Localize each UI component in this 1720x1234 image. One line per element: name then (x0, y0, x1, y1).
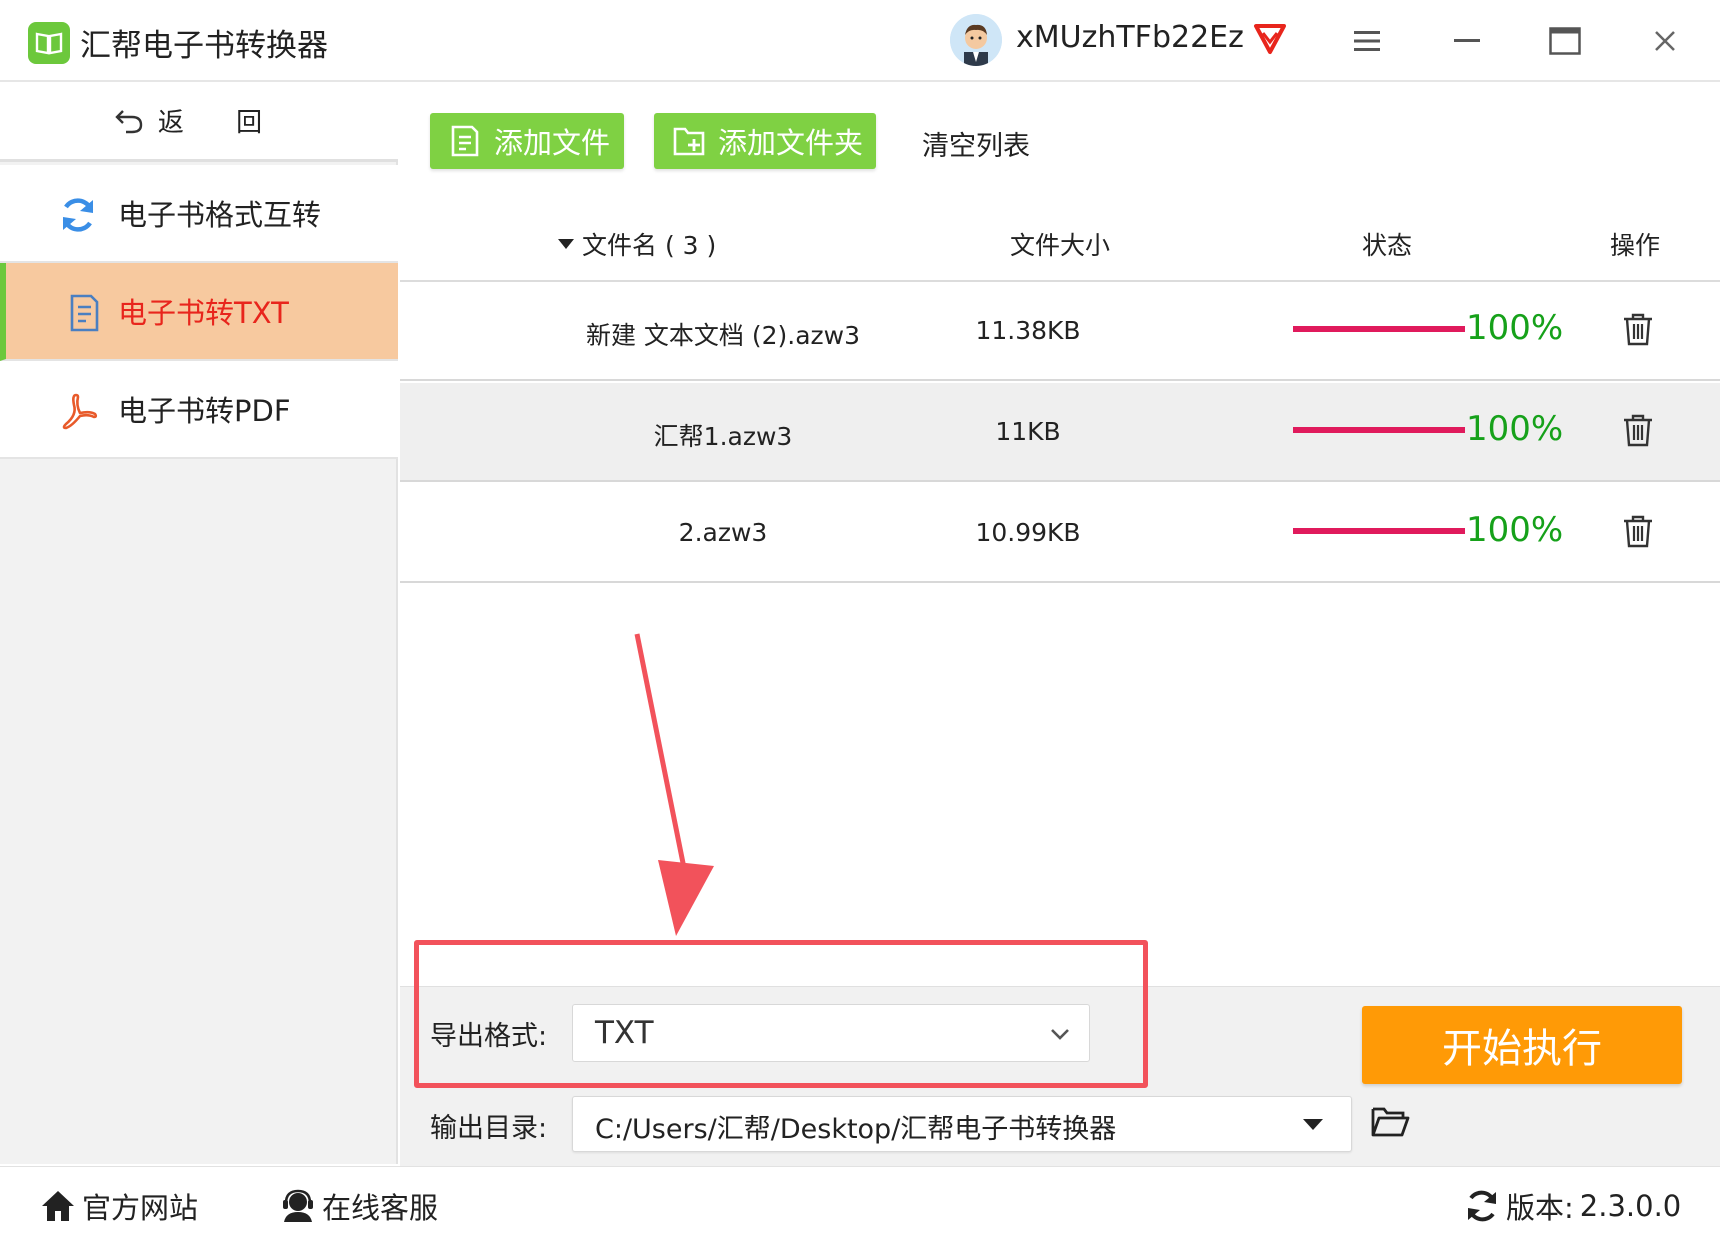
book-logo-icon (28, 22, 70, 64)
add-file-button[interactable]: 添加文件 (430, 113, 624, 169)
file-name: 新建 文本文档 (2).azw3 (585, 321, 861, 350)
sidebar: 返 回 电子书格式互转 电子书转TXT 电子书转PDF (0, 82, 398, 1164)
table-row[interactable]: 2.azw3 10.99KB 100% (400, 484, 1720, 583)
title-bar: 汇帮电子书转换器 xMUzhTFb22Ez (0, 0, 1720, 82)
progress-percent: 100% (1466, 409, 1564, 449)
sidebar-item-label: 电子书格式互转 (118, 198, 322, 232)
file-size: 11KB (995, 417, 1061, 446)
trash-icon[interactable] (1622, 413, 1654, 447)
version-label: 版本: (1506, 1191, 1574, 1225)
sidebar-item-to-txt[interactable]: 电子书转TXT (0, 263, 398, 361)
progress-bar (1293, 528, 1465, 534)
sidebar-item-to-pdf[interactable]: 电子书转PDF (0, 361, 398, 459)
file-size: 10.99KB (975, 518, 1081, 547)
file-name: 汇帮1.azw3 (653, 422, 793, 451)
file-table-header: 文件名 ( 3 ) 文件大小 状态 操作 (400, 200, 1720, 282)
version-value: 2.3.0.0 (1579, 1189, 1682, 1223)
clear-list-button[interactable]: 清空列表 (922, 124, 1030, 163)
home-icon (42, 1191, 74, 1221)
add-folder-button[interactable]: 添加文件夹 (654, 113, 876, 169)
headset-icon (283, 1189, 313, 1222)
add-file-label: 添加文件 (494, 126, 611, 160)
back-button[interactable]: 返 回 (0, 82, 398, 162)
status-column-header: 状态 (1362, 231, 1413, 260)
progress-percent: 100% (1466, 510, 1564, 550)
maximize-icon[interactable] (1542, 18, 1588, 64)
start-button[interactable]: 开始执行 (1362, 1006, 1682, 1084)
dropdown-triangle-icon (1303, 1119, 1323, 1130)
trash-icon[interactable] (1622, 312, 1654, 346)
vip-diamond-icon[interactable] (1250, 18, 1290, 58)
annotation-arrow (634, 633, 714, 936)
official-website-link[interactable]: 官方网站 (40, 1185, 198, 1227)
online-support-link[interactable]: 在线客服 (280, 1185, 438, 1227)
menu-icon[interactable] (1344, 18, 1390, 64)
progress-bar (1293, 427, 1465, 433)
add-folder-icon (673, 127, 705, 156)
app-title: 汇帮电子书转换器 (80, 28, 328, 64)
export-format-label: 导出格式: (430, 1021, 548, 1052)
output-dir-label: 输出目录: (430, 1113, 548, 1144)
refresh-icon (62, 198, 94, 232)
add-folder-label: 添加文件夹 (718, 126, 864, 160)
export-format-select[interactable]: TXT (572, 1004, 1090, 1062)
version-info: 版本: 2.3.0.0 (1464, 1185, 1681, 1227)
trash-icon[interactable] (1622, 514, 1654, 548)
export-format-value: TXT (595, 1015, 654, 1051)
output-dir-value: C:/Users/汇帮/Desktop/汇帮电子书转换器 (595, 1114, 1117, 1145)
file-size: 11.38KB (975, 316, 1081, 345)
back-label: 返 回 (157, 108, 285, 138)
close-icon[interactable] (1642, 18, 1688, 64)
back-arrow-icon (115, 109, 143, 133)
output-dir-select[interactable]: C:/Users/汇帮/Desktop/汇帮电子书转换器 (572, 1096, 1352, 1152)
document-icon (70, 294, 99, 332)
sidebar-item-format-convert[interactable]: 电子书格式互转 (0, 165, 398, 263)
filename-column-header[interactable]: 文件名 ( 3 ) (558, 226, 716, 262)
file-name: 2.azw3 (678, 518, 768, 547)
sidebar-item-label: 电子书转TXT (118, 296, 289, 330)
chevron-down-icon (1051, 1029, 1069, 1040)
sidebar-item-label: 电子书转PDF (118, 394, 291, 428)
user-avatar[interactable] (950, 14, 1002, 66)
username[interactable]: xMUzhTFb22Ez (1016, 20, 1244, 55)
size-column-header: 文件大小 (1010, 231, 1111, 260)
folder-open-icon[interactable] (1370, 1104, 1410, 1140)
progress-bar (1293, 326, 1465, 332)
table-row[interactable]: 汇帮1.azw3 11KB 100% (400, 383, 1720, 482)
action-column-header: 操作 (1610, 231, 1661, 260)
table-row[interactable]: 新建 文本文档 (2).azw3 11.38KB 100% (400, 282, 1720, 381)
progress-percent: 100% (1466, 308, 1564, 348)
sort-down-icon (558, 239, 574, 249)
pdf-icon (62, 393, 98, 430)
update-refresh-icon[interactable] (1464, 1188, 1500, 1224)
minimize-icon[interactable] (1444, 18, 1490, 64)
footer: 官方网站 在线客服 版本: 2.3.0.0 (0, 1166, 1720, 1234)
add-file-icon (451, 125, 479, 157)
